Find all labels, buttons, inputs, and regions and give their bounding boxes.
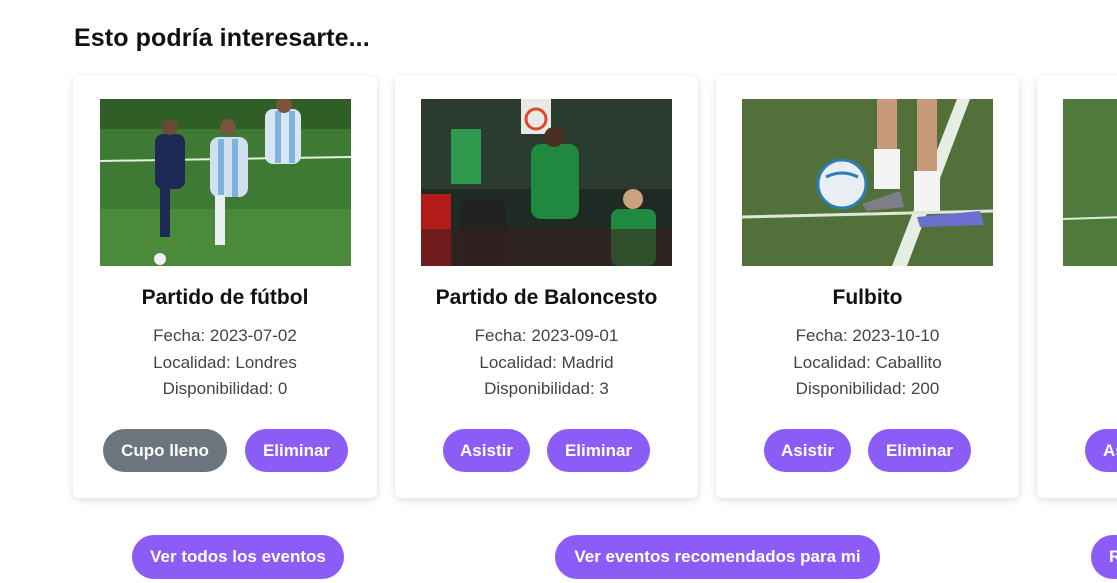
event-availability: Disponibilidad: 200 — [795, 379, 940, 398]
view-all-events-button[interactable]: Ver todos los eventos — [132, 535, 344, 579]
event-location: Localidad: Caballito — [793, 353, 942, 372]
event-card: As — [1037, 76, 1117, 498]
events-page: Esto podría interesarte... Partido de fú… — [0, 0, 1117, 583]
event-availability: Disponibilidad: 3 — [484, 379, 609, 398]
event-title: Partido de fútbol — [141, 286, 309, 309]
event-date: Fecha: 2023-10-10 — [795, 326, 940, 345]
attend-button[interactable]: Asistir — [443, 429, 530, 472]
delete-button[interactable]: Eliminar — [245, 429, 348, 472]
event-card: Partido de Baloncesto Fecha: 2023-09-01 … — [395, 76, 698, 498]
event-title: Partido de Baloncesto — [435, 286, 658, 309]
delete-button[interactable]: Eliminar — [547, 429, 650, 472]
delete-button[interactable]: Eliminar — [868, 429, 971, 472]
event-image-soccer — [100, 99, 351, 266]
full-capacity-button[interactable]: Cupo lleno — [103, 429, 227, 472]
view-recommended-events-button[interactable]: Ver eventos recomendados para mi — [555, 535, 880, 579]
partial-action-button[interactable]: R — [1091, 535, 1117, 579]
event-title: Fulbito — [832, 286, 903, 309]
event-image-partial — [1063, 99, 1117, 266]
event-location: Localidad: Londres — [153, 353, 297, 372]
event-image-ball-on-grass — [742, 99, 993, 266]
event-card: Fulbito Fecha: 2023-10-10 Localidad: Cab… — [716, 76, 1019, 498]
event-card: Partido de fútbol Fecha: 2023-07-02 Loca… — [73, 76, 377, 498]
section-title: Esto podría interesarte... — [74, 24, 370, 52]
attend-button[interactable]: Asistir — [764, 429, 851, 472]
event-date: Fecha: 2023-09-01 — [474, 326, 619, 345]
attend-button[interactable]: As — [1085, 429, 1117, 472]
event-location: Localidad: Madrid — [479, 353, 614, 372]
event-date: Fecha: 2023-07-02 — [153, 326, 297, 345]
event-availability: Disponibilidad: 0 — [162, 379, 288, 398]
event-image-basketball — [421, 99, 672, 266]
